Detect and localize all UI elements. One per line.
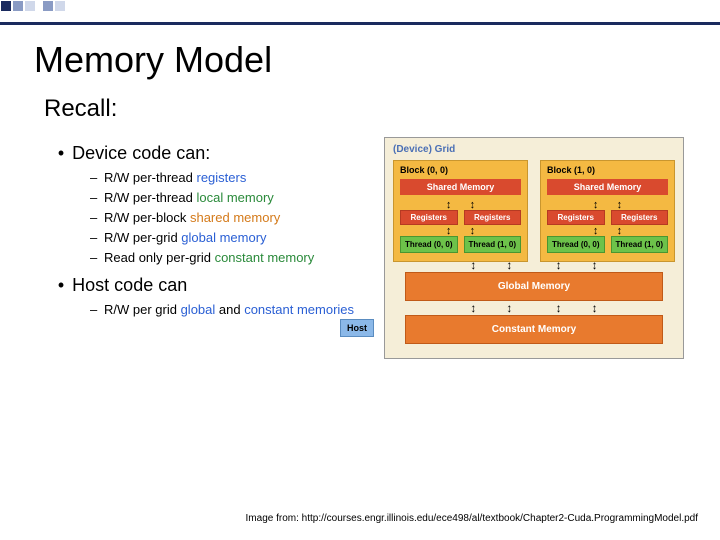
slide-title: Memory Model: [34, 39, 720, 81]
horizontal-rule: [0, 22, 720, 25]
constant-memory: Constant Memory: [405, 315, 663, 344]
bullet-list: • Device code can: –R/W per-thread regis…: [54, 137, 364, 359]
host-header: Host code can: [72, 275, 187, 295]
global-memory: Global Memory: [405, 272, 663, 301]
slide-subtitle: Recall:: [44, 95, 720, 123]
image-source-footer: Image from: http://courses.engr.illinois…: [246, 513, 698, 524]
decoration-squares: [0, 0, 720, 22]
memory-diagram: (Device) Grid Block (0, 0)Shared Memory↕…: [364, 137, 700, 359]
host-bullet: R/W per grid global and constant memorie…: [104, 302, 354, 317]
host-box: Host: [340, 319, 374, 337]
device-header: Device code can:: [72, 143, 210, 163]
grid-label: (Device) Grid: [393, 144, 675, 155]
